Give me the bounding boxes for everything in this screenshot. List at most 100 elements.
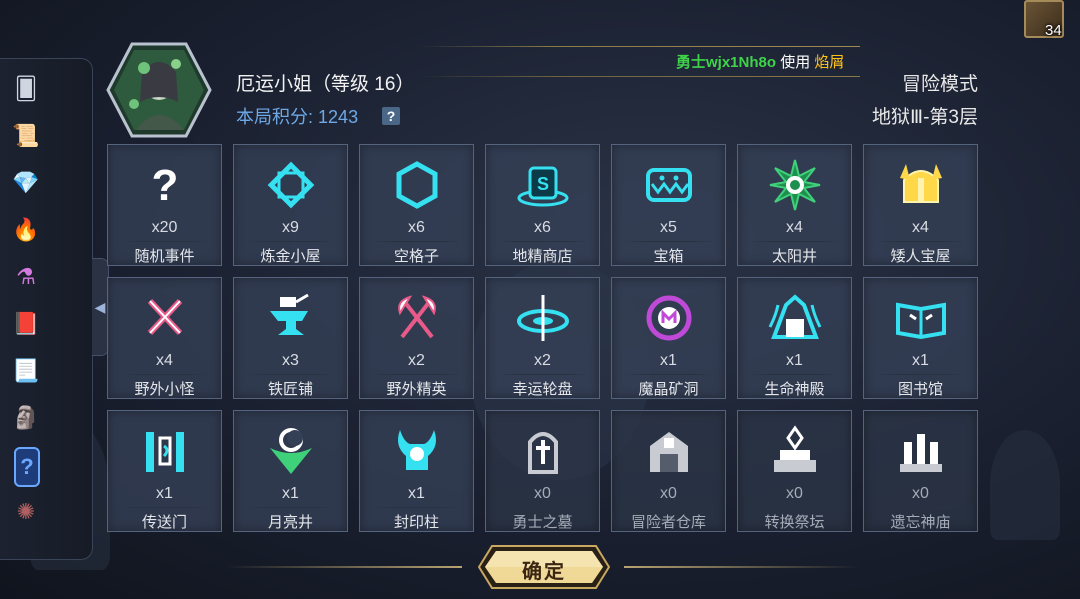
event-tile[interactable]: x0 冒险者仓库 bbox=[611, 410, 726, 532]
chevron-left-icon: ◀ bbox=[94, 298, 106, 315]
tile-label: 空格子 bbox=[393, 248, 439, 265]
mystery-card-icon[interactable]: ? bbox=[14, 447, 40, 487]
tile-divider bbox=[876, 374, 965, 375]
alchemy-frame-icon bbox=[234, 159, 347, 211]
event-tile[interactable]: x4 矮人宝屋 bbox=[863, 144, 978, 266]
event-tile[interactable]: x2 幸运轮盘 bbox=[485, 277, 600, 399]
tile-divider bbox=[750, 507, 839, 508]
tile-label: 冒险者仓库 bbox=[630, 514, 706, 531]
tile-divider bbox=[498, 507, 587, 508]
tile-count: x4 bbox=[786, 219, 803, 236]
event-tile[interactable]: x3 铁匠铺 bbox=[233, 277, 348, 399]
tile-label: 勇士之墓 bbox=[512, 514, 573, 531]
svg-text:S: S bbox=[536, 174, 548, 194]
tile-divider bbox=[750, 241, 839, 242]
hero-avatar[interactable] bbox=[106, 42, 212, 138]
portal-icon bbox=[108, 425, 221, 477]
crossed-swords-icon bbox=[108, 292, 221, 344]
tile-label: 图书馆 bbox=[897, 381, 943, 398]
question-icon: ? bbox=[108, 159, 221, 211]
tile-label: 宝箱 bbox=[653, 248, 684, 265]
tile-label: 矮人宝屋 bbox=[890, 248, 951, 265]
spiked-ring-icon[interactable]: ✺ bbox=[8, 494, 44, 530]
tombstone-icon bbox=[486, 425, 599, 477]
moai-statue-icon[interactable]: 🗿 bbox=[8, 400, 44, 436]
hero-name-level: 厄运小姐（等级 16） bbox=[236, 74, 415, 95]
tile-count: x1 bbox=[408, 485, 425, 502]
broadcast-action: 使用 bbox=[776, 54, 815, 71]
chest-mimic-icon bbox=[612, 159, 725, 211]
tile-count: x5 bbox=[660, 219, 677, 236]
parchment-icon[interactable]: 📃 bbox=[8, 353, 44, 389]
tile-label: 魔晶矿洞 bbox=[638, 381, 699, 398]
event-tile[interactable]: x4 太阳井 bbox=[737, 144, 852, 266]
spellbook-icon[interactable]: 📕 bbox=[8, 306, 44, 342]
event-tile[interactable]: x1 传送门 bbox=[107, 410, 222, 532]
event-tile[interactable]: x0 勇士之墓 bbox=[485, 410, 600, 532]
broadcast-message: 勇士wjx1Nh8o 使用 焰屑 bbox=[676, 51, 858, 72]
torch-icon[interactable]: 🔥 bbox=[8, 212, 44, 248]
event-tile[interactable]: Sx6 地精商店 bbox=[485, 144, 600, 266]
header-divider bbox=[420, 76, 860, 77]
scroll-card-icon[interactable]: 🂠 bbox=[8, 71, 44, 107]
event-tile[interactable]: x9 炼金小屋 bbox=[233, 144, 348, 266]
treasure-map-icon[interactable]: 📜 bbox=[8, 118, 44, 154]
altar-icon bbox=[738, 425, 851, 477]
inventory-sidebar: 🂠 📜 💎 🔥 ⚗ 📕 📃 🗿? ✺ bbox=[0, 58, 93, 560]
book-icon bbox=[864, 292, 977, 344]
svg-text:?: ? bbox=[151, 161, 178, 210]
crystal-mine-icon bbox=[612, 292, 725, 344]
help-icon[interactable]: ? bbox=[382, 107, 401, 125]
diamond-icon[interactable]: 💎 bbox=[8, 165, 44, 201]
event-tile[interactable]: ? x20 随机事件 bbox=[107, 144, 222, 266]
tile-divider bbox=[246, 507, 335, 508]
event-tile[interactable]: x0 转换祭坛 bbox=[737, 410, 852, 532]
event-tile[interactable]: x4 野外小怪 bbox=[107, 277, 222, 399]
tile-label: 遗忘神庙 bbox=[890, 514, 951, 531]
score-row: 本局积分: 1243 ? bbox=[236, 103, 401, 129]
tile-count: x1 bbox=[660, 352, 677, 369]
tile-divider bbox=[246, 374, 335, 375]
event-tile[interactable]: x1 图书馆 bbox=[863, 277, 978, 399]
tile-divider bbox=[246, 241, 335, 242]
event-tile[interactable]: x0 遗忘神庙 bbox=[863, 410, 978, 532]
sun-icon bbox=[738, 159, 851, 211]
tile-count: x20 bbox=[151, 219, 178, 236]
tile-divider bbox=[120, 374, 209, 375]
tile-divider bbox=[372, 374, 461, 375]
tile-divider bbox=[624, 507, 713, 508]
anvil-icon bbox=[234, 292, 347, 344]
tile-divider bbox=[372, 507, 461, 508]
moon-well-icon bbox=[234, 425, 347, 477]
tile-divider bbox=[498, 241, 587, 242]
event-tile[interactable]: x1 魔晶矿洞 bbox=[611, 277, 726, 399]
tile-label: 传送门 bbox=[141, 514, 187, 531]
game-mode: 冒险模式 bbox=[901, 74, 978, 95]
broadcast-player: 勇士wjx1Nh8o bbox=[676, 54, 777, 71]
event-tile[interactable]: x2 野外精英 bbox=[359, 277, 474, 399]
tile-count: x0 bbox=[660, 485, 677, 502]
tile-count: x0 bbox=[912, 485, 929, 502]
crossed-axes-icon bbox=[360, 292, 473, 344]
confirm-button[interactable]: 确定 bbox=[478, 545, 610, 589]
event-tile[interactable]: x6 空格子 bbox=[359, 144, 474, 266]
tile-divider bbox=[624, 374, 713, 375]
dungeon-floor: 地狱Ⅲ-第3层 bbox=[872, 107, 978, 128]
tile-count: x6 bbox=[534, 219, 551, 236]
event-tile[interactable]: x1 封印柱 bbox=[359, 410, 474, 532]
potion-icon[interactable]: ⚗ bbox=[8, 259, 44, 295]
goblin-hat-icon: S bbox=[486, 159, 599, 211]
tile-label: 野外小怪 bbox=[134, 381, 195, 398]
event-tile[interactable]: x5 宝箱 bbox=[611, 144, 726, 266]
event-tile[interactable]: x1 生命神殿 bbox=[737, 277, 852, 399]
tile-label: 幸运轮盘 bbox=[512, 381, 573, 398]
divider-line bbox=[226, 566, 462, 568]
tile-divider bbox=[750, 374, 839, 375]
tile-label: 随机事件 bbox=[134, 248, 195, 265]
event-tile[interactable]: x1 月亮井 bbox=[233, 410, 348, 532]
forgotten-temple-icon bbox=[864, 425, 977, 477]
wheel-icon bbox=[486, 292, 599, 344]
hexagon-icon bbox=[360, 159, 473, 211]
tile-divider bbox=[372, 241, 461, 242]
tile-count: x2 bbox=[408, 352, 425, 369]
